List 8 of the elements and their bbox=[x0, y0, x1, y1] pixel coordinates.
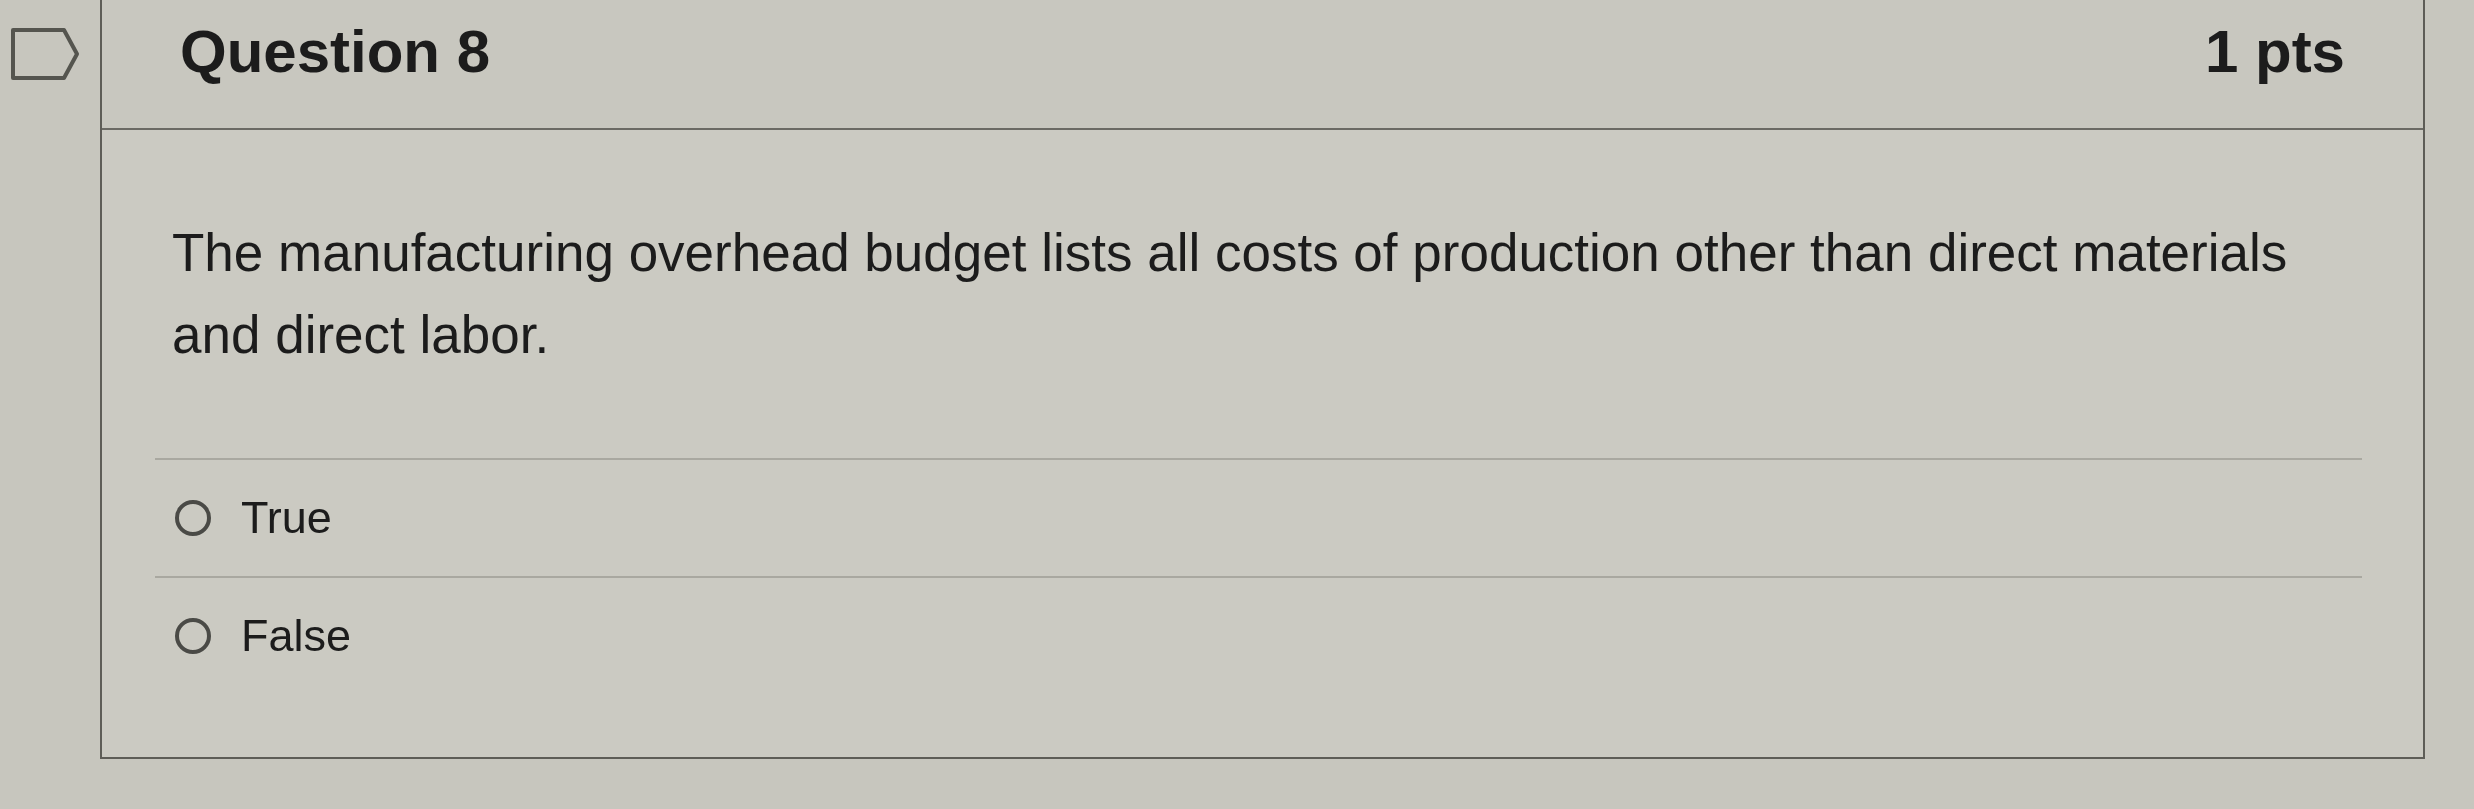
question-text: The manufacturing overhead budget lists all costs of production other than direct materials and direct labor. bbox=[172, 222, 2289, 366]
answer-label[interactable]: True bbox=[241, 490, 332, 546]
flag-icon[interactable] bbox=[10, 27, 80, 81]
question-title: Question 8 bbox=[180, 17, 491, 87]
radio-button[interactable] bbox=[175, 618, 211, 654]
radio-button[interactable] bbox=[175, 500, 211, 536]
points-label: 1 pts bbox=[2204, 17, 2345, 87]
answer-label[interactable]: False bbox=[241, 608, 352, 664]
